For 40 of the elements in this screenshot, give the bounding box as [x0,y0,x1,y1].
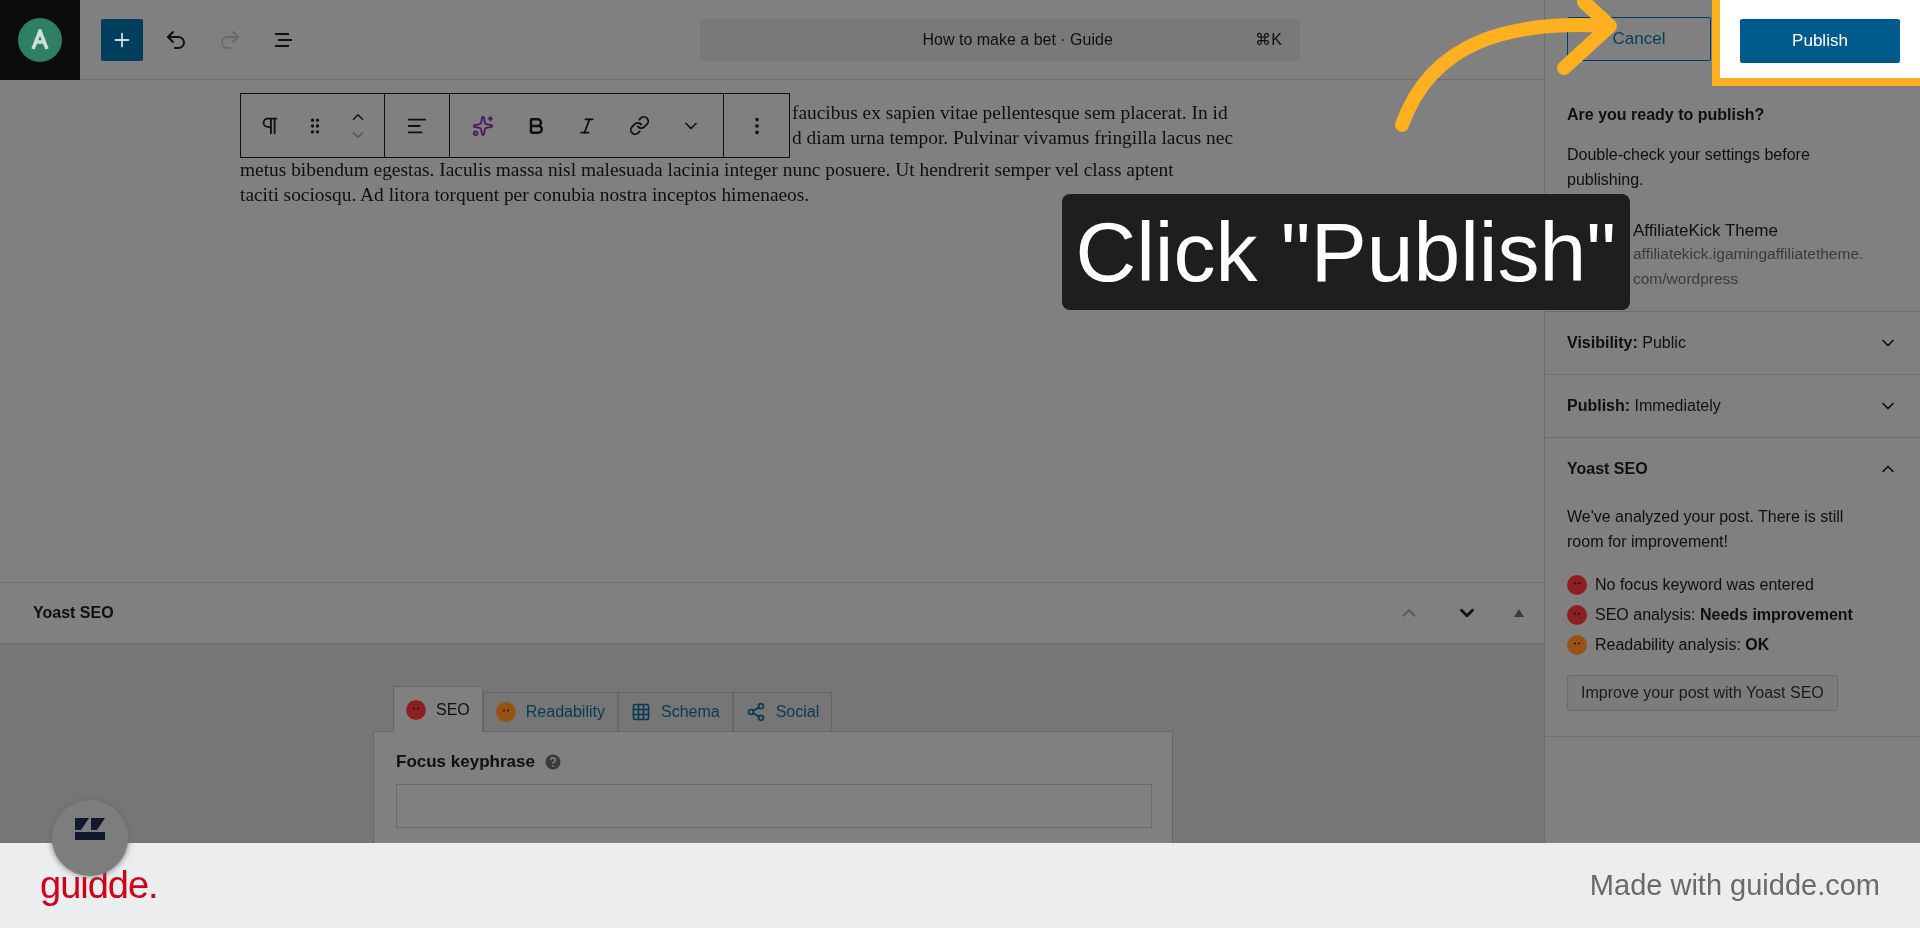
check-text: SEO analysis: Needs improvement [1595,606,1853,624]
sparkle-icon[interactable] [472,114,495,137]
description-text: Double-check your settings before publishing. [1567,145,1811,190]
check-text: No focus keyword was entered [1595,576,1814,594]
paragraph-text: metus bibendum egestas. Iaculis massa nisl malesuada lacinia integer nunc posuere. Ut hendrerit semper vel class aptent [240,158,1175,182]
paragraph-text: taciti sociosqu. Ad litora torquent per conubia nostra inceptos himenaeos. [240,182,811,207]
site-logo[interactable] [0,0,80,80]
panel-toggle[interactable]: Publish: Immediately [1545,374,1920,437]
metabox-tab[interactable]: Social [732,692,833,732]
site-url: affiliatekick.igamingaffiliatetheme.com/wordpress [1633,244,1865,289]
grid-icon [630,702,651,722]
document-title: How to make a bet · Guide [921,30,1114,49]
share-icon [745,702,766,722]
add-block-button[interactable] [101,18,143,61]
panel-toggle[interactable]: Yoast SEO [1545,437,1920,500]
command-bar[interactable]: How to make a bet · Guide ⌘K [700,18,1300,61]
summary-text: We've analyzed your post. There is still room for improvement! [1567,507,1845,552]
metabox-title: Yoast SEO [33,604,115,622]
improve-button[interactable]: Improve your post with Yoast SEO [1567,675,1838,711]
panel-toggle[interactable]: Visibility: Public [1545,311,1920,374]
launcher-icon [73,816,107,842]
shortcut-hint: ⌘K [1255,30,1282,49]
collapse-icon[interactable] [1514,609,1524,617]
metabox-tab[interactable]: Schema [617,692,733,732]
metabox-tab[interactable]: SEO [393,686,483,732]
publish-button[interactable]: Publish [1740,19,1900,63]
credit-text: Made with guidde.com [1589,869,1880,902]
help-icon[interactable] [542,752,563,772]
cancel-button[interactable]: Cancel [1567,17,1711,61]
logo-icon [18,17,62,62]
site-name: AffiliateKick Theme [1633,221,1779,241]
annotation-caption: Click "Publish" [1061,194,1630,310]
paragraph-text: faucibus ex sapien vitae pellentesque sem placerat. In id [792,101,1229,125]
paragraph-text: d diam urna tempor. Pulvinar vivamus fringilla lacus nec [792,125,1234,150]
section-heading: Are you ready to publish? [1567,106,1766,124]
link-icon[interactable] [628,115,650,136]
metabox-tab[interactable]: Readability [482,692,618,732]
brand-logo: guidde. [40,864,158,907]
check-text: Readability analysis: OK [1595,636,1770,654]
field-label: Focus keyphrase [396,752,535,772]
